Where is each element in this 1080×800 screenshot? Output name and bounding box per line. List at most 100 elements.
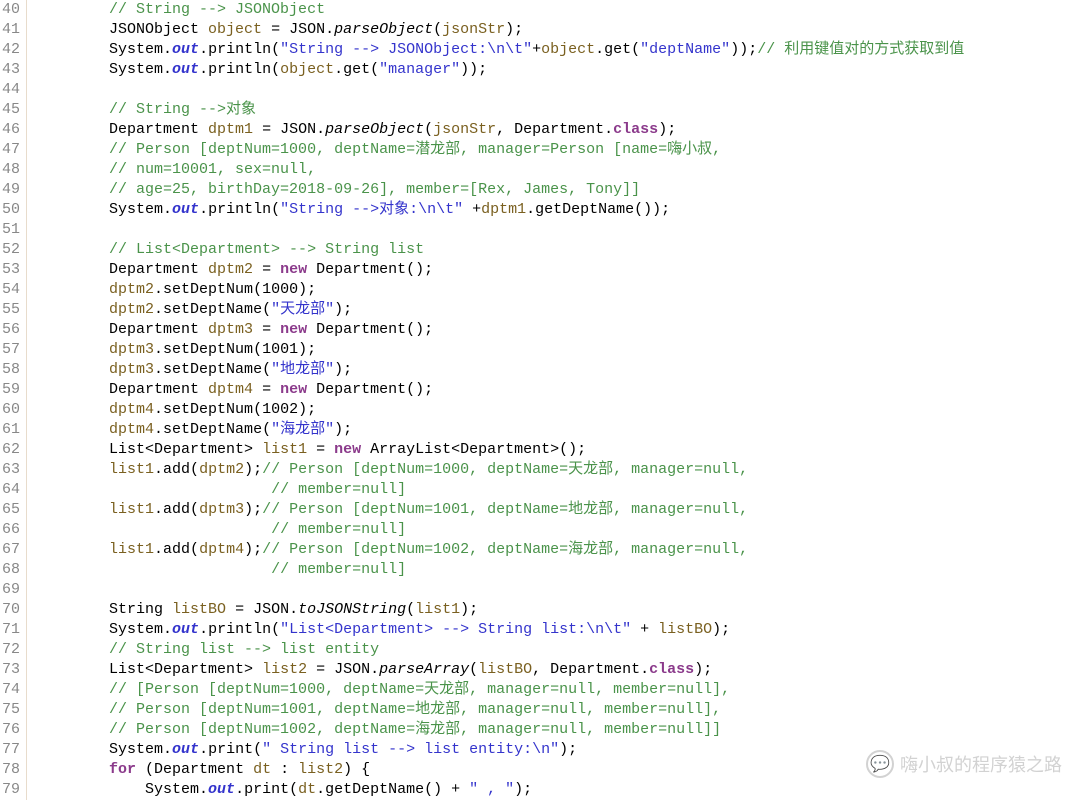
token-plain: System. — [37, 741, 172, 758]
token-plain: )); — [730, 41, 757, 58]
line-number: 79 — [0, 780, 22, 800]
line-number: 56 — [0, 320, 22, 340]
token-ident: object — [280, 61, 334, 78]
token-method-static: toJSONString — [298, 601, 406, 618]
code-line: // String -->对象 — [37, 100, 964, 120]
token-ident: dptm1 — [481, 201, 526, 218]
token-ident: jsonStr — [442, 21, 505, 38]
token-plain — [37, 301, 109, 318]
token-plain: .add( — [154, 541, 199, 558]
token-comment: // member=null] — [271, 561, 406, 578]
token-comment: // member=null] — [271, 481, 406, 498]
line-number: 40 — [0, 0, 22, 20]
token-ident: list1 — [262, 441, 307, 458]
token-plain: .get( — [334, 61, 379, 78]
token-plain — [37, 541, 109, 558]
token-ident: list2 — [298, 761, 343, 778]
line-number: 61 — [0, 420, 22, 440]
code-line: // member=null] — [37, 560, 964, 580]
line-number: 52 — [0, 240, 22, 260]
line-number: 53 — [0, 260, 22, 280]
code-line: Department dptm1 = JSON.parseObject(json… — [37, 120, 964, 140]
token-comment: // [Person [deptNum=1000, deptName=天龙部, … — [109, 681, 730, 698]
token-comment: // member=null] — [271, 521, 406, 538]
line-number: 66 — [0, 520, 22, 540]
token-plain — [37, 181, 109, 198]
code-line: System.out.print(dt.getDeptName() + " , … — [37, 780, 964, 800]
token-kw2: class — [613, 121, 658, 138]
token-plain: Department — [37, 121, 208, 138]
token-plain: + — [631, 621, 658, 638]
code-line: for (Department dt : list2) { — [37, 760, 964, 780]
line-number: 57 — [0, 340, 22, 360]
token-ident: dt — [298, 781, 316, 798]
token-plain: ); — [514, 781, 532, 798]
token-plain — [37, 161, 109, 178]
code-line — [37, 220, 964, 240]
token-ident: dptm4 — [199, 541, 244, 558]
token-plain: ( — [424, 121, 433, 138]
code-line: Department dptm3 = new Department(); — [37, 320, 964, 340]
token-plain: .setDeptName( — [154, 361, 271, 378]
token-plain: ); — [559, 741, 577, 758]
token-plain: : — [271, 761, 298, 778]
token-plain: .print( — [235, 781, 298, 798]
token-plain: = JSON. — [226, 601, 298, 618]
token-ident: dptm3 — [109, 341, 154, 358]
token-ident: object — [208, 21, 262, 38]
token-plain: , Department. — [532, 661, 649, 678]
token-comment: // String -->对象 — [109, 101, 256, 118]
token-ident: dptm2 — [109, 301, 154, 318]
token-ident: dptm3 — [208, 321, 253, 338]
code-line: list1.add(dptm3);// Person [deptNum=1001… — [37, 500, 964, 520]
code-line: System.out.println(object.get("manager")… — [37, 60, 964, 80]
token-string: "manager" — [379, 61, 460, 78]
token-comment: // String --> JSONObject — [109, 1, 325, 18]
token-ident: dt — [253, 761, 271, 778]
token-comment: // Person [deptNum=1001, deptName=地龙部, m… — [262, 501, 748, 518]
token-plain: .setDeptName( — [154, 301, 271, 318]
token-plain — [37, 721, 109, 738]
token-string: "天龙部" — [271, 301, 334, 318]
token-plain: ); — [244, 541, 262, 558]
code-line: dptm2.setDeptNum(1000); — [37, 280, 964, 300]
wechat-icon: 💬 — [866, 750, 894, 778]
token-plain: Department(); — [307, 321, 433, 338]
token-field-static: out — [172, 41, 199, 58]
code-line: String listBO = JSON.toJSONString(list1)… — [37, 600, 964, 620]
line-number: 42 — [0, 40, 22, 60]
token-comment: // Person [deptNum=1002, deptName=海龙部, m… — [262, 541, 748, 558]
code-line: System.out.println("List<Department> -->… — [37, 620, 964, 640]
token-plain: System. — [37, 781, 208, 798]
code-line — [37, 80, 964, 100]
token-plain: , Department. — [496, 121, 613, 138]
token-plain — [37, 461, 109, 478]
token-plain: System. — [37, 621, 172, 638]
line-number: 67 — [0, 540, 22, 560]
token-plain — [37, 361, 109, 378]
code-line: dptm3.setDeptNum(1001); — [37, 340, 964, 360]
token-plain: .println( — [199, 201, 280, 218]
token-field-static: out — [208, 781, 235, 798]
token-plain: System. — [37, 41, 172, 58]
token-plain: ) { — [343, 761, 370, 778]
token-plain: .getDeptName()); — [526, 201, 670, 218]
code-line: Department dptm4 = new Department(); — [37, 380, 964, 400]
token-string: " , " — [469, 781, 514, 798]
token-field-static: out — [172, 741, 199, 758]
code-line: // member=null] — [37, 520, 964, 540]
token-plain: = — [307, 441, 334, 458]
token-plain — [37, 761, 109, 778]
token-plain: .add( — [154, 461, 199, 478]
token-comment: // Person [deptNum=1001, deptName=地龙部, m… — [109, 701, 721, 718]
token-ident: list1 — [109, 501, 154, 518]
token-field-static: out — [172, 201, 199, 218]
code-line: dptm3.setDeptName("地龙部"); — [37, 360, 964, 380]
token-plain: .getDeptName() + — [316, 781, 469, 798]
token-plain: .get( — [595, 41, 640, 58]
line-number: 41 — [0, 20, 22, 40]
line-number: 60 — [0, 400, 22, 420]
token-kw2: new — [280, 381, 307, 398]
token-ident: listBO — [478, 661, 532, 678]
code-line: System.out.print(" String list --> list … — [37, 740, 964, 760]
